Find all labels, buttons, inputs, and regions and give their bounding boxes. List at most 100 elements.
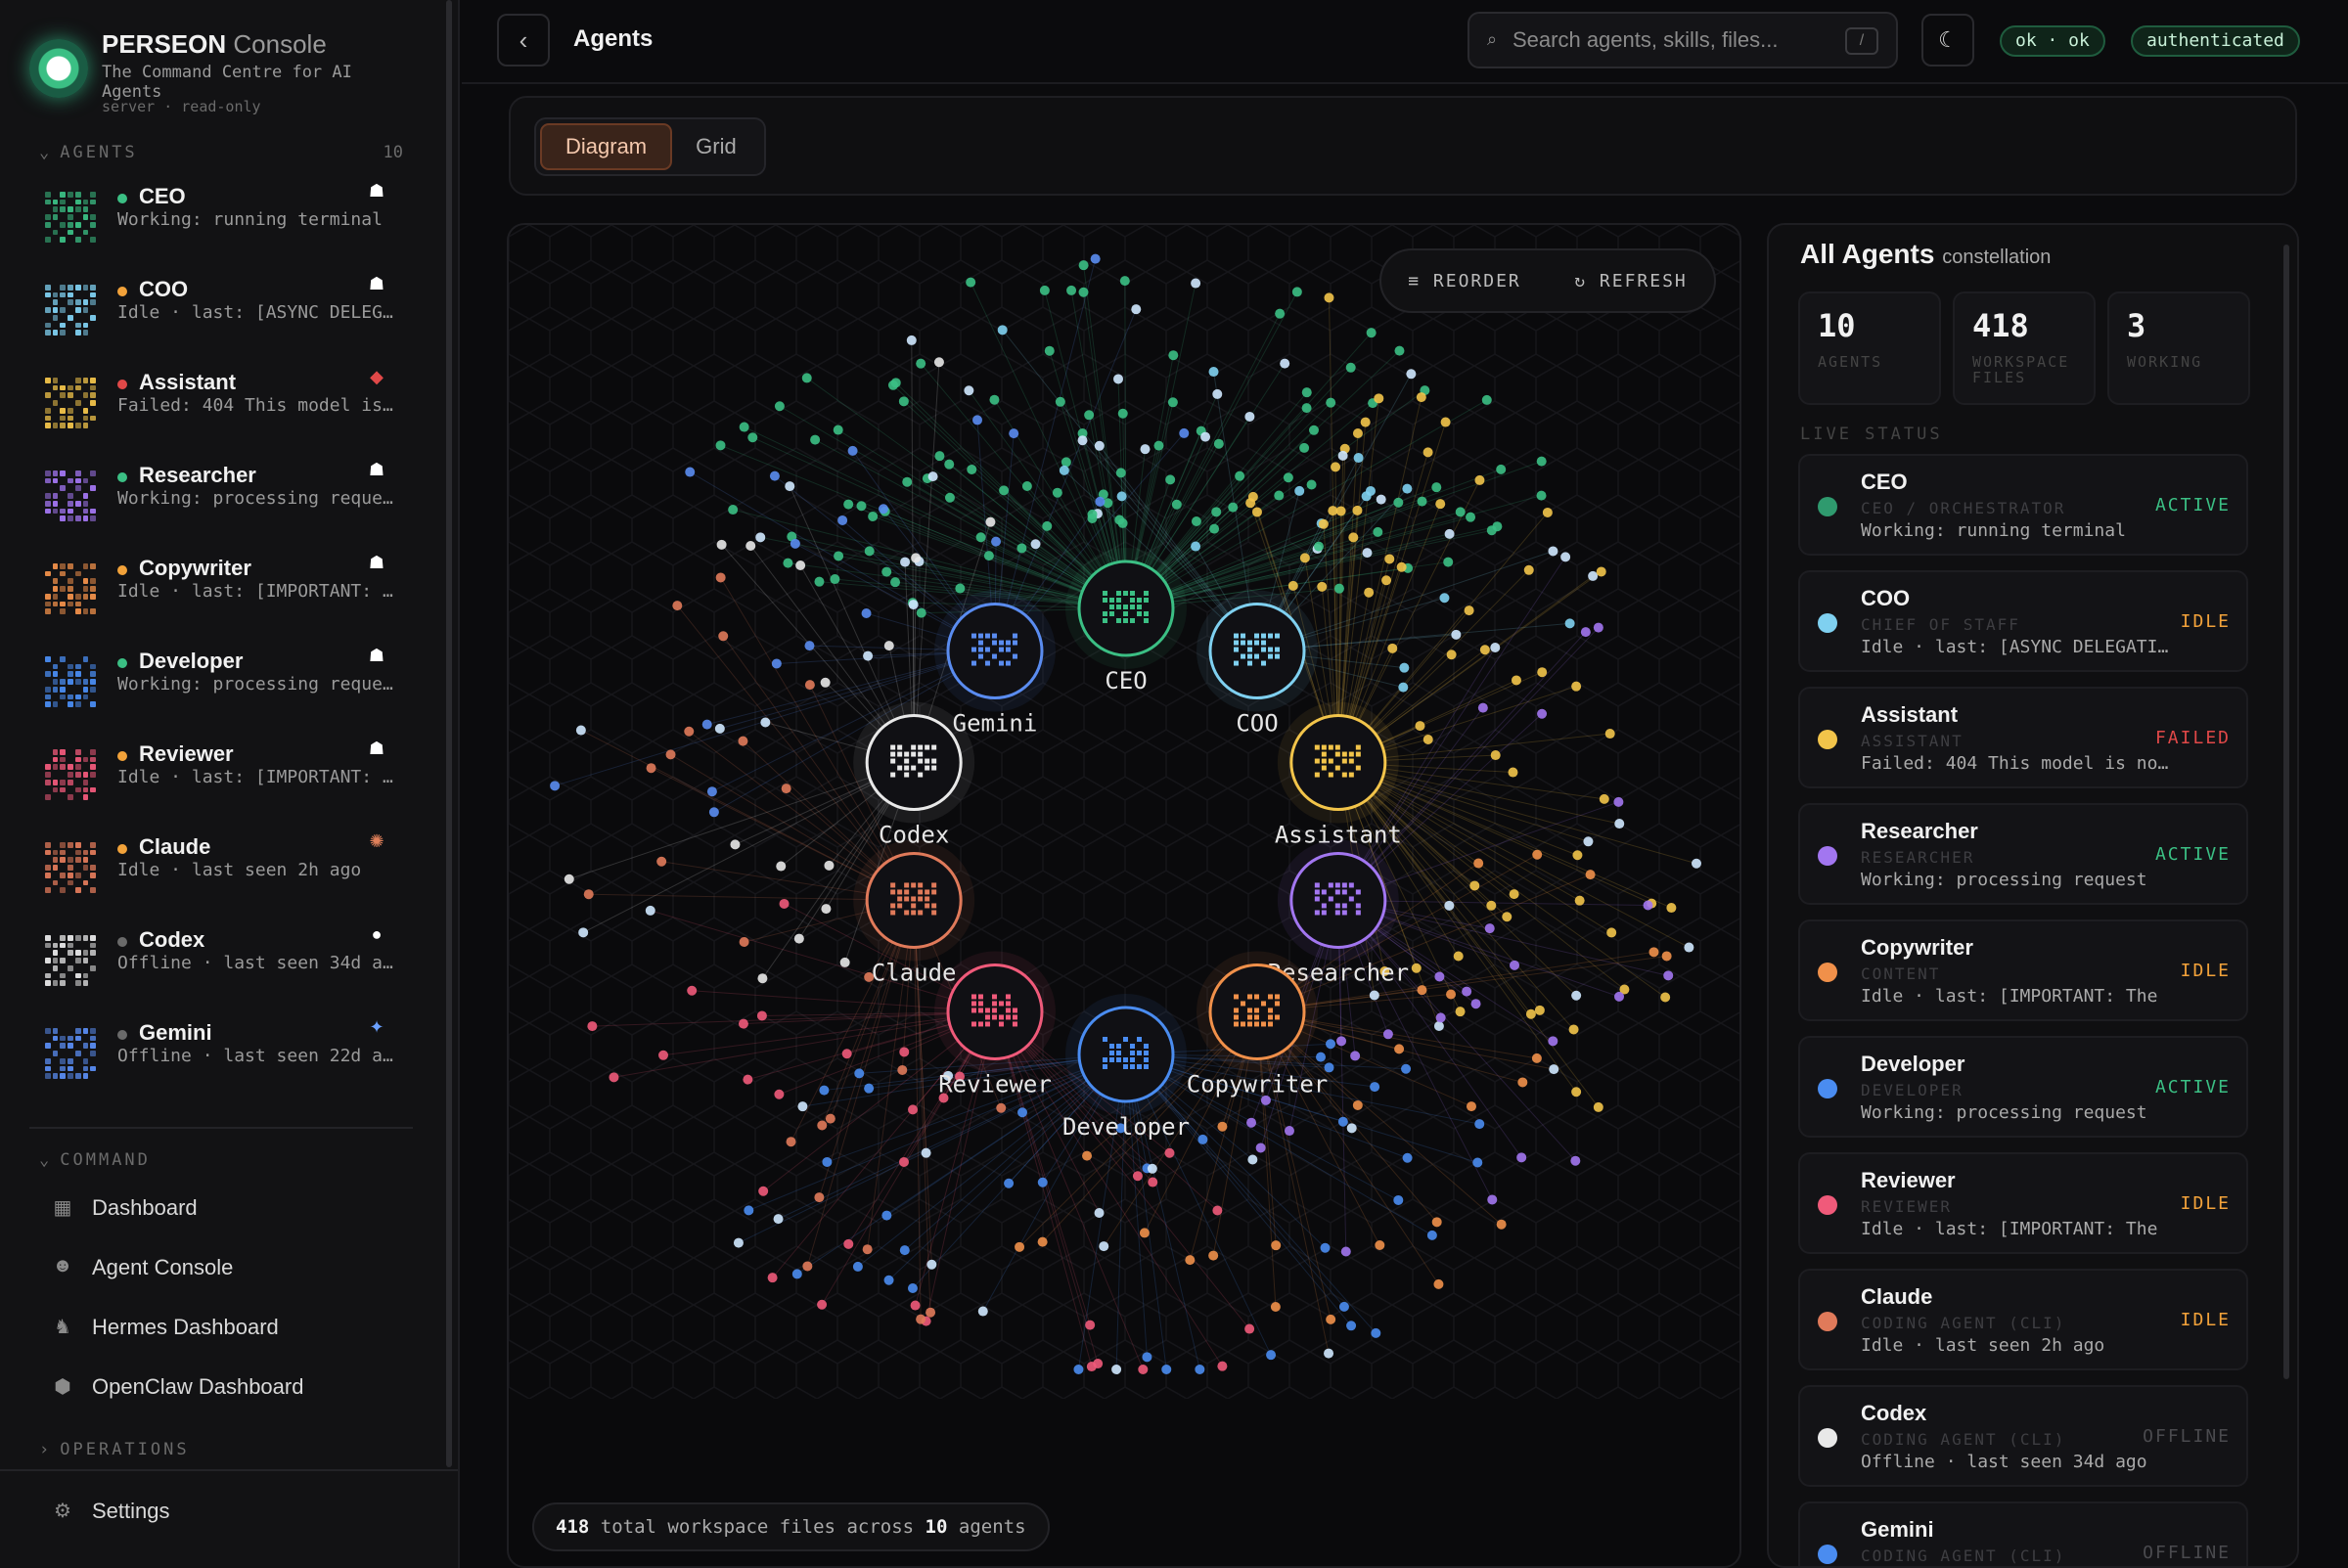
agents-section-toggle[interactable]: ⌄ AGENTS (39, 143, 138, 162)
node-pixel (890, 889, 896, 895)
status-card-coo[interactable]: COO CHIEF OF STAFF Idle · last: [ASYNC D… (1798, 570, 2248, 672)
file-node (1537, 708, 1548, 719)
nav-agent-console[interactable]: ☻ Agent Console (45, 1247, 417, 1292)
node-pixel (1275, 1001, 1281, 1007)
node-pixel (911, 744, 917, 750)
sidebar-agent-gemini[interactable]: Gemini Offline · last seen 22d ago ✦ (39, 1012, 401, 1091)
node-label: COO (1236, 710, 1278, 738)
status-card-codex[interactable]: Codex CODING AGENT (CLI) Offline · last … (1798, 1385, 2248, 1487)
agent-node-assistant[interactable]: Assistant (1275, 701, 1402, 849)
nav-dashboard[interactable]: ▦ Dashboard (45, 1187, 417, 1232)
file-node (841, 1049, 852, 1059)
status-card-researcher[interactable]: Researcher RESEARCHER Working: processin… (1798, 803, 2248, 905)
file-node (1365, 485, 1376, 496)
node-pixel (1355, 910, 1361, 916)
card-state: IDLE (2180, 1193, 2231, 1214)
node-label: Developer (1062, 1113, 1190, 1141)
panel-title-text: All Agents (1800, 239, 1935, 269)
file-node (583, 889, 594, 900)
status-card-claude[interactable]: Claude CODING AGENT (CLI) Idle · last se… (1798, 1269, 2248, 1370)
file-node (1484, 923, 1495, 934)
theme-toggle-button[interactable]: ☾ (1921, 14, 1974, 67)
file-node (878, 504, 888, 515)
sidebar-agent-assistant[interactable]: Assistant Failed: 404 This model is not … (39, 362, 401, 440)
file-node (1466, 1101, 1476, 1112)
file-node (1094, 1207, 1105, 1218)
status-card-gemini[interactable]: Gemini CODING AGENT (CLI) Offline · last… (1798, 1501, 2248, 1566)
command-section-toggle[interactable]: ⌄ COMMAND (39, 1150, 151, 1170)
file-node (1148, 1177, 1158, 1187)
node-pixel (1314, 882, 1320, 888)
node-pixel (991, 633, 997, 639)
file-node (769, 470, 780, 481)
tab-grid[interactable]: Grid (672, 123, 760, 170)
status-card-ceo[interactable]: CEO CEO / ORCHESTRATOR Working: running … (1798, 454, 2248, 556)
search-box[interactable]: ⌕ / (1468, 12, 1898, 68)
file-node (739, 422, 749, 432)
nav-openclaw-dashboard[interactable]: ⬢ OpenClaw Dashboard (45, 1366, 417, 1411)
constellation-diagram: CEO COO Assistant Researcher Copywriter Devel… (507, 223, 1741, 1568)
file-node (804, 680, 815, 691)
sidebar-agent-claude[interactable]: Claude Idle · last seen 2h ago ✺ (39, 827, 401, 905)
node-pixel (1109, 1057, 1114, 1062)
node-pixel (977, 1001, 983, 1007)
sidebar-agent-codex[interactable]: Codex Offline · last seen 34d ago ● (39, 919, 401, 998)
file-node (898, 1156, 909, 1167)
file-node (708, 807, 719, 818)
nav-hermes-dashboard[interactable]: ♞ Hermes Dashboard (45, 1307, 417, 1352)
node-ring (1289, 714, 1387, 812)
node-pixel (998, 640, 1004, 646)
node-pixel (1268, 653, 1274, 659)
node-pixel (897, 765, 903, 771)
settings-link[interactable]: ⚙ Settings (45, 1491, 417, 1536)
status-card-assistant[interactable]: Assistant ASSISTANT Failed: 404 This mod… (1798, 687, 2248, 788)
node-pixel (1144, 618, 1149, 623)
sidebar-scrollbar[interactable] (446, 0, 452, 1467)
node-pixel (1275, 633, 1281, 639)
card-desc: Failed: 404 This model is not available (1861, 753, 2174, 774)
node-pixel (1103, 1037, 1107, 1042)
file-node (1426, 1230, 1437, 1240)
operations-section-toggle[interactable]: › OPERATIONS (39, 1440, 190, 1459)
file-node (1406, 369, 1417, 380)
refresh-button[interactable]: ↻ REFRESH (1574, 271, 1688, 291)
sidebar-agent-researcher[interactable]: Researcher Working: processing request ☗ (39, 455, 401, 533)
file-node (1536, 456, 1547, 467)
file-node (1402, 1152, 1413, 1163)
claude-icon: ✺ (369, 830, 384, 851)
footer-end: agents (958, 1516, 1026, 1538)
tab-diagram[interactable]: Diagram (540, 123, 673, 170)
file-node (1411, 963, 1422, 973)
card-state: ACTIVE (2154, 495, 2231, 515)
status-card-copywriter[interactable]: Copywriter CONTENT Idle · last: [IMPORTA… (1798, 919, 2248, 1021)
file-node (1394, 1044, 1405, 1054)
search-input[interactable] (1513, 25, 1835, 55)
sidebar-agent-developer[interactable]: Developer Working: processing request ☗ (39, 641, 401, 719)
node-pixel (1109, 1044, 1114, 1049)
node-pixel (1103, 591, 1107, 596)
sidebar-agent-coo[interactable]: COO Idle · last: [ASYNC DELEGATION] ☗ (39, 269, 401, 347)
agent-name: Reviewer (139, 741, 234, 766)
status-card-reviewer[interactable]: Reviewer REVIEWER Idle · last: [IMPORTAN… (1798, 1152, 2248, 1254)
file-node (1294, 485, 1305, 496)
status-dot (117, 751, 127, 761)
back-button[interactable]: ‹ (497, 14, 550, 67)
sidebar-agent-copywriter[interactable]: Copywriter Idle · last: [IMPORTANT: The … (39, 548, 401, 626)
reorder-button[interactable]: ≡ REORDER (1408, 271, 1521, 291)
node-pixel (1130, 1051, 1135, 1055)
sidebar-agent-ceo[interactable]: CEO Working: running terminal ☗ (39, 176, 401, 254)
status-card-developer[interactable]: Developer DEVELOPER Working: processing … (1798, 1036, 2248, 1138)
panel-scrollbar[interactable] (2283, 245, 2289, 1379)
sidebar-agent-reviewer[interactable]: Reviewer Idle · last: [IMPORTANT: The ☗ (39, 734, 401, 812)
file-node (989, 394, 1000, 405)
node-pixel (925, 744, 930, 750)
file-node (609, 1072, 619, 1083)
node-pixel (1321, 758, 1327, 764)
file-node (1333, 583, 1344, 594)
stat-label: WORKSPACE FILES (1972, 353, 2070, 386)
file-node (1340, 1246, 1351, 1257)
constellation-canvas[interactable]: CEOCOOAssistantResearcherCopywriterDevel… (509, 225, 1741, 1399)
agent-node-developer[interactable]: Developer (1062, 994, 1190, 1141)
nav-label: Agent Console (92, 1255, 234, 1279)
brand-mode: server · read-only (102, 98, 261, 115)
